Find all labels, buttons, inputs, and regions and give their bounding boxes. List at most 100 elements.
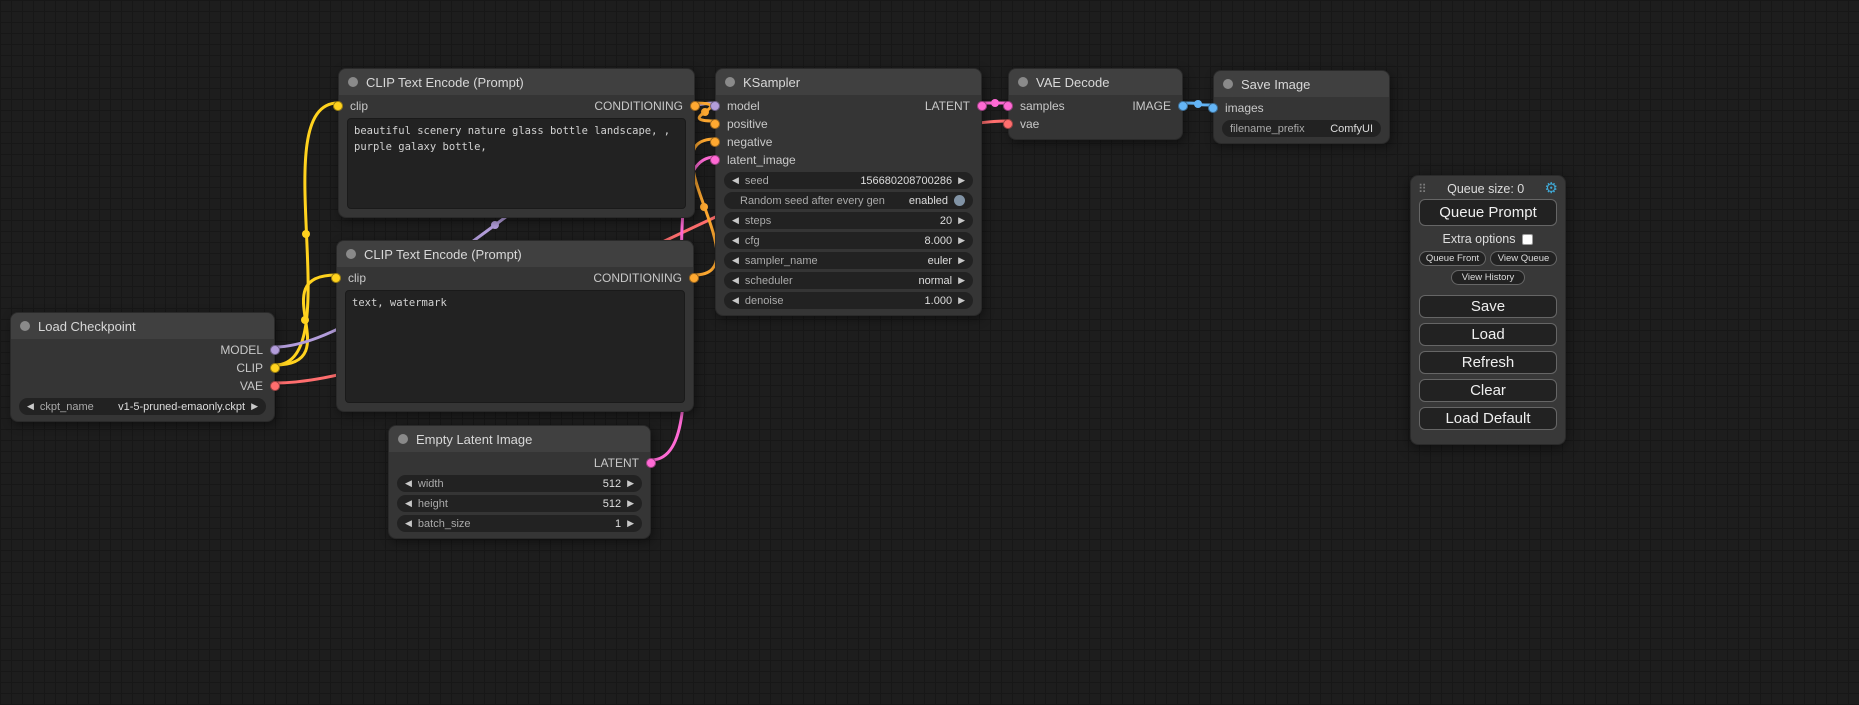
negative-prompt-textarea[interactable]: text, watermark [345, 290, 685, 403]
widget-value: 1.000 [925, 295, 953, 307]
node-title-bar[interactable]: CLIP Text Encode (Prompt) [337, 241, 693, 267]
node-vae-decode[interactable]: VAE Decode samples IMAGE vae [1008, 68, 1183, 140]
node-load-checkpoint[interactable]: Load Checkpoint MODEL CLIP VAE ◀ ckpt_na… [10, 312, 275, 422]
queue-prompt-button[interactable]: Queue Prompt [1419, 199, 1557, 226]
drag-handle-icon[interactable]: ⠿ [1418, 182, 1427, 196]
node-ksampler[interactable]: KSampler model LATENT positive negative … [715, 68, 982, 316]
queue-front-button[interactable]: Queue Front [1419, 251, 1486, 266]
positive-prompt-textarea[interactable]: beautiful scenery nature glass bottle la… [347, 118, 686, 209]
arrow-left-icon[interactable]: ◀ [405, 519, 412, 528]
arrow-right-icon[interactable]: ▶ [958, 256, 965, 265]
view-history-button[interactable]: View History [1451, 270, 1525, 285]
node-title-bar[interactable]: Empty Latent Image [389, 426, 650, 452]
load-default-button[interactable]: Load Default [1419, 407, 1557, 430]
widget-height[interactable]: ◀ height 512 ▶ [397, 495, 642, 512]
widget-scheduler[interactable]: ◀ scheduler normal ▶ [724, 272, 973, 289]
load-button[interactable]: Load [1419, 323, 1557, 346]
widget-value: 512 [603, 498, 621, 510]
widget-denoise[interactable]: ◀ denoise 1.000 ▶ [724, 292, 973, 309]
node-title-bar[interactable]: Save Image [1214, 71, 1389, 97]
widget-random-seed[interactable]: Random seed after every gen enabled [724, 192, 973, 209]
collapse-dot[interactable] [398, 434, 408, 444]
arrow-right-icon[interactable]: ▶ [958, 276, 965, 285]
refresh-button[interactable]: Refresh [1419, 351, 1557, 374]
slot-row: negative [716, 133, 981, 151]
arrow-left-icon[interactable]: ◀ [27, 402, 34, 411]
node-save-image[interactable]: Save Image images filename_prefix ComfyU… [1213, 70, 1390, 144]
slot-row: clip CONDITIONING [337, 269, 693, 287]
widget-filename-prefix[interactable]: filename_prefix ComfyUI [1222, 120, 1381, 137]
node-title-bar[interactable]: KSampler [716, 69, 981, 95]
widget-steps[interactable]: ◀ steps 20 ▶ [724, 212, 973, 229]
output-slot-image[interactable] [1178, 101, 1188, 111]
arrow-left-icon[interactable]: ◀ [732, 236, 739, 245]
view-queue-button[interactable]: View Queue [1490, 251, 1557, 266]
output-slot-vae[interactable] [270, 381, 280, 391]
input-label-clip: clip [348, 271, 366, 285]
output-label-model: MODEL [220, 343, 263, 357]
arrow-left-icon[interactable]: ◀ [405, 499, 412, 508]
widget-seed[interactable]: ◀ seed 156680208700286 ▶ [724, 172, 973, 189]
arrow-left-icon[interactable]: ◀ [732, 216, 739, 225]
widget-value: normal [918, 275, 952, 287]
output-label-vae: VAE [240, 379, 263, 393]
input-slot-clip[interactable] [331, 273, 341, 283]
node-clip-text-encode-positive[interactable]: CLIP Text Encode (Prompt) clip CONDITION… [338, 68, 695, 218]
extra-options-checkbox[interactable] [1522, 234, 1533, 245]
input-slot-negative[interactable] [710, 137, 720, 147]
toggle-knob[interactable] [954, 195, 965, 206]
save-button[interactable]: Save [1419, 295, 1557, 318]
output-slot-conditioning[interactable] [689, 273, 699, 283]
comfy-menu-panel[interactable]: ⠿ Queue size: 0 ⚙ Queue Prompt Extra opt… [1410, 175, 1566, 445]
collapse-dot[interactable] [348, 77, 358, 87]
output-slot-conditioning[interactable] [690, 101, 700, 111]
arrow-right-icon[interactable]: ▶ [627, 519, 634, 528]
node-clip-text-encode-negative[interactable]: CLIP Text Encode (Prompt) clip CONDITION… [336, 240, 694, 412]
arrow-right-icon[interactable]: ▶ [958, 216, 965, 225]
node-title-bar[interactable]: Load Checkpoint [11, 313, 274, 339]
input-slot-positive[interactable] [710, 119, 720, 129]
collapse-dot[interactable] [20, 321, 30, 331]
node-title-bar[interactable]: CLIP Text Encode (Prompt) [339, 69, 694, 95]
input-slot-model[interactable] [710, 101, 720, 111]
arrow-right-icon[interactable]: ▶ [958, 296, 965, 305]
arrow-right-icon[interactable]: ▶ [958, 176, 965, 185]
link-midpoint-dot [991, 99, 999, 107]
arrow-right-icon[interactable]: ▶ [251, 402, 258, 411]
input-slot-latent-image[interactable] [710, 155, 720, 165]
widget-batch-size[interactable]: ◀ batch_size 1 ▶ [397, 515, 642, 532]
settings-gear-icon[interactable]: ⚙ [1545, 181, 1558, 196]
arrow-left-icon[interactable]: ◀ [732, 276, 739, 285]
widget-ckpt-name[interactable]: ◀ ckpt_name v1-5-pruned-emaonly.ckpt ▶ [19, 398, 266, 415]
collapse-dot[interactable] [1018, 77, 1028, 87]
widget-value: 8.000 [925, 235, 953, 247]
output-slot-clip[interactable] [270, 363, 280, 373]
input-slot-images[interactable] [1208, 103, 1218, 113]
arrow-left-icon[interactable]: ◀ [732, 256, 739, 265]
output-slot-latent[interactable] [977, 101, 987, 111]
arrow-left-icon[interactable]: ◀ [732, 296, 739, 305]
arrow-right-icon[interactable]: ▶ [958, 236, 965, 245]
arrow-left-icon[interactable]: ◀ [405, 479, 412, 488]
input-slot-clip[interactable] [333, 101, 343, 111]
arrow-right-icon[interactable]: ▶ [627, 479, 634, 488]
clear-button[interactable]: Clear [1419, 379, 1557, 402]
widget-cfg[interactable]: ◀ cfg 8.000 ▶ [724, 232, 973, 249]
output-slot-latent[interactable] [646, 458, 656, 468]
collapse-dot[interactable] [725, 77, 735, 87]
node-title-bar[interactable]: VAE Decode [1009, 69, 1182, 95]
widget-sampler-name[interactable]: ◀ sampler_name euler ▶ [724, 252, 973, 269]
widget-label: ckpt_name [40, 401, 94, 413]
output-slot-model[interactable] [270, 345, 280, 355]
node-graph-canvas[interactable]: Load Checkpoint MODEL CLIP VAE ◀ ckpt_na… [0, 0, 1859, 705]
input-slot-samples[interactable] [1003, 101, 1013, 111]
widget-width[interactable]: ◀ width 512 ▶ [397, 475, 642, 492]
widget-label: denoise [745, 295, 784, 307]
arrow-left-icon[interactable]: ◀ [732, 176, 739, 185]
input-slot-vae[interactable] [1003, 119, 1013, 129]
widget-label: batch_size [418, 518, 471, 530]
collapse-dot[interactable] [1223, 79, 1233, 89]
arrow-right-icon[interactable]: ▶ [627, 499, 634, 508]
node-empty-latent-image[interactable]: Empty Latent Image LATENT ◀ width 512 ▶ … [388, 425, 651, 539]
collapse-dot[interactable] [346, 249, 356, 259]
